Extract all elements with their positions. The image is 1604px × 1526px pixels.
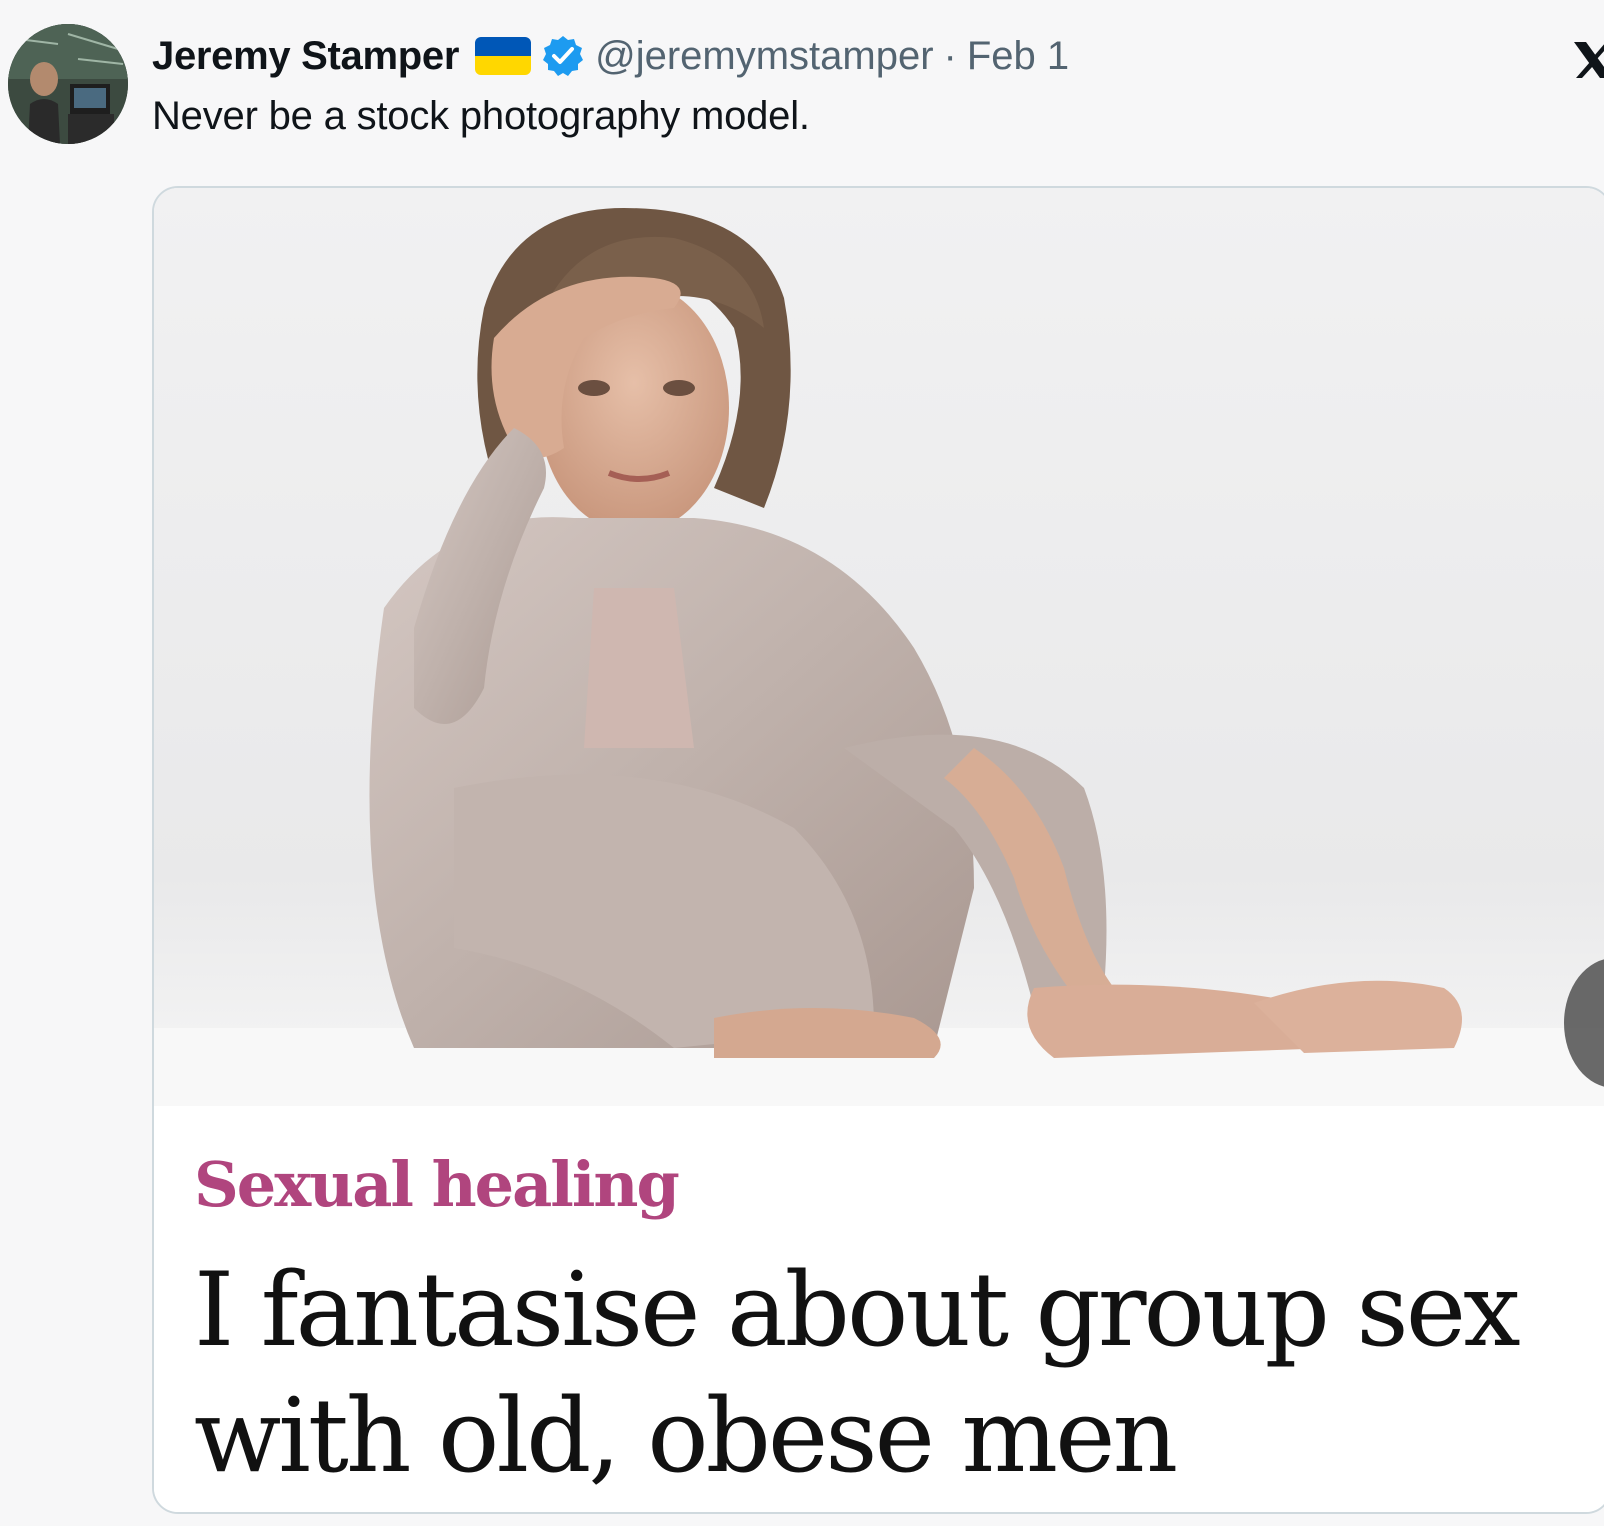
headline-line-2: with old, obese men bbox=[194, 1377, 1178, 1496]
article-kicker: Sexual healing bbox=[194, 1148, 680, 1221]
tweet: Jeremy Stamper @jeremymstamper · Feb 1 N… bbox=[0, 0, 1604, 1526]
separator: · bbox=[943, 33, 957, 78]
display-name[interactable]: Jeremy Stamper bbox=[152, 34, 459, 79]
verified-badge-icon[interactable] bbox=[541, 34, 585, 78]
article-caption: Sexual healing I fantasise about group s… bbox=[154, 1106, 1604, 1512]
tweet-header: Jeremy Stamper @jeremymstamper · Feb 1 bbox=[152, 28, 1069, 84]
handle[interactable]: @jeremymstamper bbox=[595, 34, 933, 79]
tweet-text: Never be a stock photography model. bbox=[152, 94, 810, 138]
timestamp[interactable]: Feb 1 bbox=[967, 34, 1069, 79]
stock-photo bbox=[154, 188, 1604, 1106]
avatar[interactable] bbox=[8, 24, 128, 144]
media-card[interactable]: Sexual healing I fantasise about group s… bbox=[152, 186, 1604, 1514]
ukraine-flag-icon bbox=[475, 37, 532, 75]
x-logo-icon[interactable] bbox=[1572, 36, 1604, 84]
article-headline: I fantasise about group sex with old, ob… bbox=[194, 1248, 1594, 1500]
avatar-image bbox=[8, 24, 128, 144]
headline-line-1: I fantasise about group sex bbox=[194, 1251, 1521, 1370]
